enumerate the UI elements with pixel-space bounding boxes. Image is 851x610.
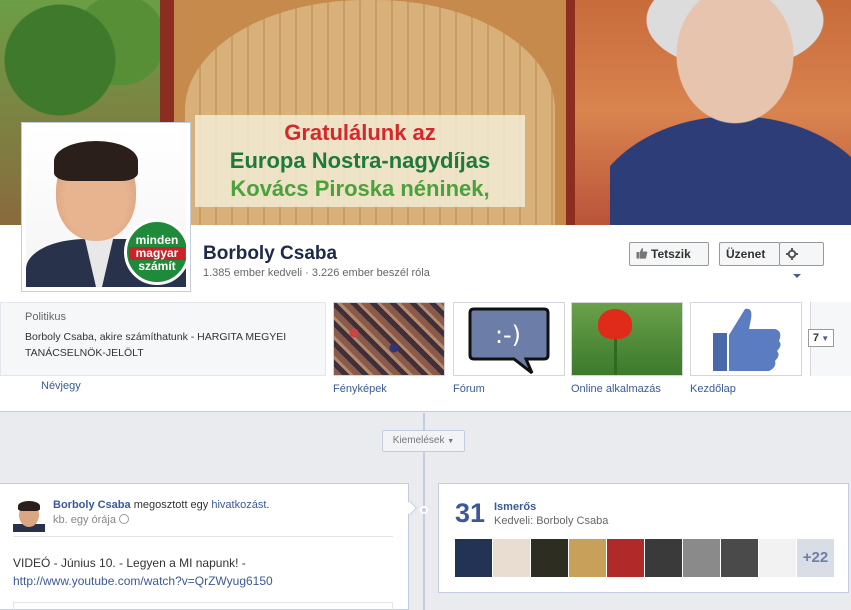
link-preview[interactable] — [13, 602, 393, 610]
friends-subtitle: Kedveli: Borboly Csaba — [494, 515, 609, 527]
timeline-post: Borboly Csaba megosztott egy hivatkozást… — [0, 483, 409, 610]
more-tiles-button[interactable]: 7 ▼ — [808, 329, 834, 347]
post-text: VIDEÓ - Június 10. - Legyen a MI napunk!… — [13, 556, 246, 570]
like-label: Tetszik — [651, 247, 691, 261]
cover-line-3: Kovács Piroska néninek, — [230, 176, 490, 201]
friend-photo[interactable] — [721, 539, 759, 577]
friend-photo[interactable] — [607, 539, 645, 577]
chat-bubble-icon: :-) — [468, 307, 550, 375]
globe-icon — [118, 514, 129, 524]
cover-woman — [610, 0, 851, 225]
chat-bubble-text: :-) — [495, 321, 521, 349]
post-header: Borboly Csaba megosztott egy hivatkozást… — [53, 499, 269, 511]
badge-top: minden — [135, 233, 179, 247]
app-tile[interactable] — [571, 302, 683, 376]
message-button[interactable]: Üzenet — [719, 242, 780, 266]
post-link-word[interactable]: hivatkozást — [211, 499, 266, 511]
friend-photo[interactable] — [455, 539, 493, 577]
forum-tile[interactable]: :-) — [453, 302, 565, 376]
tile-label-forum[interactable]: Fórum — [453, 383, 485, 395]
page-stats: 1.385 ember kedveli · 3.226 ember beszél… — [203, 267, 430, 279]
message-label: Üzenet — [726, 247, 766, 261]
post-timestamp[interactable]: kb. egy órája — [53, 514, 129, 526]
friends-title[interactable]: Ismerős — [494, 501, 536, 513]
tile-label-photos[interactable]: Fényképek — [333, 383, 387, 395]
badge-bottom: számít — [138, 259, 176, 273]
chevron-down-icon: ▼ — [818, 334, 830, 343]
post-time-text: kb. egy órája — [53, 514, 116, 526]
about-box: Politikus Borboly Csaba, akire számíthat… — [0, 302, 326, 376]
campaign-badge: minden magyar számít — [124, 219, 186, 285]
post-action-text: megosztott egy — [133, 499, 209, 511]
post-period: . — [266, 499, 270, 511]
friend-photo[interactable] — [569, 539, 607, 577]
photos-tile[interactable] — [333, 302, 445, 376]
friends-photos: +22 — [455, 539, 834, 577]
avatar-hair — [54, 141, 138, 181]
settings-dropdown[interactable] — [779, 242, 824, 278]
friend-photo[interactable] — [493, 539, 531, 577]
tulip-stem — [614, 337, 617, 375]
post-body: VIDEÓ - Június 10. - Legyen a MI napunk!… — [13, 554, 273, 590]
friend-photo[interactable] — [759, 539, 797, 577]
home-tile[interactable] — [690, 302, 802, 376]
friends-count[interactable]: 31 — [455, 498, 485, 529]
cover-caption: Gratulálunk az Europa Nostra-nagydíjas K… — [195, 115, 525, 207]
post-url[interactable]: http://www.youtube.com/watch?v=QrZWyug61… — [13, 572, 273, 590]
cover-line-2: Europa Nostra-nagydíjas — [229, 148, 491, 173]
friends-box: 31 Ismerős Kedveli: Borboly Csaba +22 — [438, 483, 849, 593]
post-author-link[interactable]: Borboly Csaba — [53, 499, 131, 511]
tulip-icon — [598, 309, 632, 339]
tile-label-home[interactable]: Kezdőlap — [690, 383, 736, 395]
chevron-down-icon: ▼ — [447, 438, 455, 445]
cover-line-1: Gratulálunk az — [284, 120, 436, 145]
like-button[interactable]: Tetszik — [629, 242, 709, 266]
post-author-avatar[interactable] — [13, 500, 45, 532]
chevron-down-icon — [793, 274, 801, 278]
thumbs-up-icon — [636, 248, 648, 259]
page-description: Borboly Csaba, akire számíthatunk - HARG… — [25, 331, 287, 359]
page-title[interactable]: Borboly Csaba — [203, 243, 337, 265]
highlights-label: Kiemelések — [392, 435, 445, 446]
highlights-dropdown[interactable]: Kiemelések ▼ — [382, 430, 465, 452]
tile-label-app[interactable]: Online alkalmazás — [571, 383, 661, 395]
divider — [13, 536, 393, 537]
timeline-dot — [420, 506, 428, 514]
avatar-hair — [18, 501, 40, 511]
friend-photo[interactable] — [531, 539, 569, 577]
thumbs-up-icon — [713, 308, 781, 371]
about-link[interactable]: Névjegy — [41, 380, 81, 392]
friend-photo[interactable] — [645, 539, 683, 577]
profile-photo: minden magyar számít — [26, 127, 186, 287]
gear-icon — [786, 248, 798, 260]
more-friends-button[interactable]: +22 — [797, 539, 834, 577]
page-category: Politikus — [25, 311, 66, 323]
profile-picture[interactable]: minden magyar számít — [21, 122, 191, 292]
friend-photo[interactable] — [683, 539, 721, 577]
